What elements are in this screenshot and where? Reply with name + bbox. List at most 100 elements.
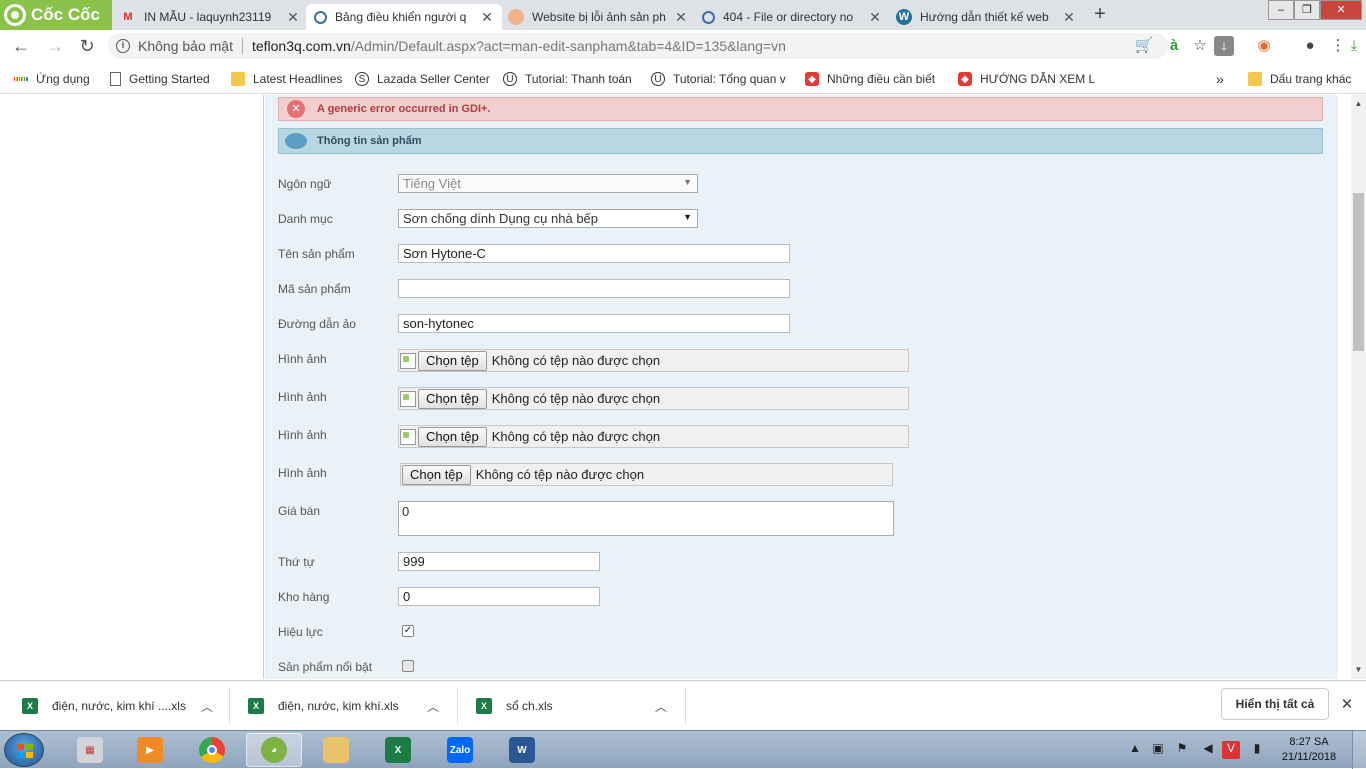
download-item[interactable]: X điện, nước, kim khí.xls ︿	[230, 688, 458, 724]
network-icon[interactable]: ▮	[1248, 741, 1266, 759]
show-all-downloads-button[interactable]: Hiển thị tất cả	[1221, 688, 1329, 720]
tab-gmail[interactable]: M IN MẪU - laquynh23119 ✕	[112, 4, 308, 30]
wordpress-icon: W	[896, 9, 912, 25]
tab-close-icon[interactable]: ✕	[1062, 9, 1076, 26]
close-icon[interactable]: ✕	[1338, 695, 1356, 713]
info-icon[interactable]: i	[116, 39, 130, 53]
slug-label: Đường dẫn ảo	[278, 317, 356, 331]
taskbar-app-word[interactable]: W	[494, 733, 550, 767]
bookmark-other[interactable]: Dấu trang khác	[1248, 70, 1360, 88]
choose-file-button[interactable]: Chọn tệp	[418, 426, 487, 447]
order-input[interactable]: 999	[398, 552, 600, 571]
tab-close-icon[interactable]: ✕	[480, 9, 494, 26]
tab-close-icon[interactable]: ✕	[286, 9, 300, 26]
chevron-up-icon[interactable]: ︿	[646, 698, 676, 715]
chevron-up-icon[interactable]: ︿	[192, 698, 222, 715]
active-checkbox[interactable]: ✓	[402, 625, 414, 637]
tab-wordpress[interactable]: W Hướng dẫn thiết kế web ✕	[888, 4, 1084, 30]
vietnamese-keyboard-icon[interactable]: V	[1222, 741, 1240, 759]
system-clock[interactable]: 8:27 SA 21/11/2018	[1274, 735, 1344, 765]
bookmarks-more-button[interactable]: »	[1216, 70, 1230, 88]
download-icon[interactable]: ⤓	[1344, 36, 1364, 56]
maximize-button[interactable]: ❐	[1294, 0, 1320, 20]
bookmark-tutorial-payment[interactable]: U Tutorial: Thanh toán	[503, 70, 641, 88]
choose-file-button[interactable]: Chọn tệp	[402, 464, 471, 485]
extension-icon[interactable]: ◉	[1254, 36, 1274, 56]
speech-bubble-icon	[285, 133, 307, 149]
page-scrollbar[interactable]: ▲ ▼	[1351, 95, 1366, 679]
tab-close-icon[interactable]: ✕	[868, 9, 882, 26]
clock-time: 8:27 SA	[1289, 736, 1329, 748]
lazada-icon: S	[355, 72, 369, 86]
left-sidebar	[0, 95, 264, 679]
bookmark-getting-started[interactable]: Getting Started	[110, 70, 222, 88]
security-status[interactable]: Không bảo mật	[138, 38, 233, 54]
product-code-input[interactable]	[398, 279, 790, 298]
divider	[241, 38, 243, 54]
taskbar-app-zalo[interactable]: Zalo	[432, 733, 488, 767]
address-bar[interactable]: i Không bảo mật teflon3q.com.vn /Admin/D…	[108, 33, 1168, 59]
tab-website-error[interactable]: Website bị lỗi ảnh sản ph ✕	[500, 4, 696, 30]
brand-name: Cốc Cốc	[31, 5, 100, 24]
download-arrow-icon[interactable]: ↓	[1214, 36, 1234, 56]
show-desktop-button[interactable]	[1352, 731, 1366, 769]
language-select[interactable]: Tiếng Việt ▼	[398, 174, 698, 193]
vietnamese-input-icon[interactable]: à	[1164, 36, 1184, 56]
taskbar-app-media-center[interactable]: ▦	[62, 733, 118, 767]
back-button[interactable]: ←	[8, 34, 34, 58]
stock-input[interactable]: 0	[398, 587, 600, 606]
page-content: ✕ A generic error occurred in GDI+. Thôn…	[0, 95, 1351, 679]
reload-icon: ↻	[79, 36, 95, 56]
tray-device-icon[interactable]: ▣	[1150, 741, 1166, 759]
taskbar-app-excel[interactable]: X	[370, 733, 426, 767]
forward-button[interactable]: →	[42, 34, 68, 58]
stock-label: Kho hàng	[278, 590, 330, 604]
bookmark-huong-dan[interactable]: ◆ HƯỚNG DẪN XEM L	[958, 70, 1098, 88]
image-label: Hình ảnh	[278, 466, 327, 480]
avatar-icon	[508, 9, 524, 25]
reload-button[interactable]: ↻	[74, 34, 100, 58]
scroll-up-icon[interactable]: ▲	[1351, 97, 1366, 111]
bookmark-nhung-dieu[interactable]: ◆ Những điều cần biết	[805, 70, 947, 88]
close-window-button[interactable]: ✕	[1320, 0, 1362, 20]
featured-checkbox[interactable]	[402, 660, 414, 672]
category-select[interactable]: Sơn chống dính Dụng cụ nhà bếp ▼	[398, 209, 698, 228]
taskbar-app-media-player[interactable]: ▶	[122, 733, 178, 767]
profile-icon[interactable]: ●	[1300, 36, 1320, 56]
product-name-input[interactable]: Sơn Hytone-C	[398, 244, 790, 263]
new-tab-button[interactable]: +	[1090, 4, 1110, 26]
taskbar-app-coccoc[interactable]: ◕	[246, 733, 302, 767]
order-label: Thứ tự	[278, 555, 315, 569]
coccoc-menu-button[interactable]: Cốc Cốc	[0, 0, 112, 30]
tray-expand-icon[interactable]: ▲	[1128, 741, 1142, 759]
bookmark-latest-headlines[interactable]: Latest Headlines	[231, 70, 346, 88]
image-upload-4: Chọn tệp Không có tệp nào được chọn	[400, 463, 893, 486]
action-center-flag-icon[interactable]: ⚑	[1174, 741, 1190, 759]
tab-404[interactable]: 404 - File or directory no ✕	[694, 4, 890, 30]
slug-input[interactable]: son-hytonec	[398, 314, 790, 333]
shopping-cart-icon[interactable]: 🛒	[1134, 36, 1154, 56]
volume-icon[interactable]: ◀	[1200, 741, 1216, 759]
tab-admin-dashboard[interactable]: Bảng điều khiển người q ✕	[306, 4, 502, 30]
bookmark-tutorial-overview[interactable]: U Tutorial: Tổng quan v	[651, 70, 791, 88]
price-textarea[interactable]: 0	[398, 501, 894, 536]
taskbar-app-chrome[interactable]	[184, 733, 240, 767]
scroll-thumb[interactable]	[1353, 193, 1364, 351]
start-button[interactable]	[4, 733, 44, 767]
broken-image-icon	[400, 390, 416, 407]
chevron-up-icon[interactable]: ︿	[418, 698, 448, 715]
download-item[interactable]: X sổ ch.xls ︿	[458, 688, 686, 724]
taskbar-app-explorer[interactable]	[308, 733, 364, 767]
minimize-button[interactable]: –	[1268, 0, 1294, 20]
star-icon[interactable]: ☆	[1190, 36, 1210, 56]
scroll-down-icon[interactable]: ▼	[1351, 663, 1366, 677]
product-name-label: Tên sản phẩm	[278, 247, 355, 261]
choose-file-button[interactable]: Chọn tệp	[418, 388, 487, 409]
bookmark-apps[interactable]: Ứng dụng	[14, 70, 104, 88]
bookmark-lazada[interactable]: S Lazada Seller Center	[355, 70, 495, 88]
choose-file-button[interactable]: Chọn tệp	[418, 350, 487, 371]
tab-close-icon[interactable]: ✕	[674, 9, 688, 26]
bookmarks-bar: Ứng dụng Getting Started Latest Headline…	[0, 62, 1366, 94]
download-item[interactable]: X điện, nước, kim khí ....xls ︿	[0, 688, 230, 724]
folder-icon	[1248, 72, 1262, 86]
